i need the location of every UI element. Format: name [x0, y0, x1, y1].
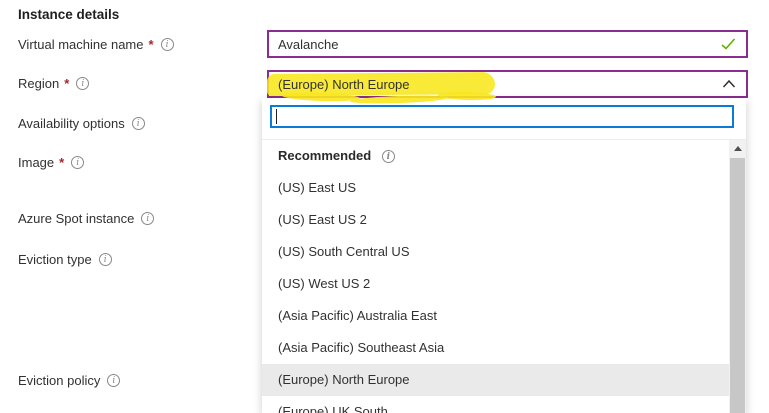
availability-label-row: Availability options i [18, 116, 145, 131]
dropdown-scrollbar[interactable] [729, 140, 746, 413]
text-caret [276, 109, 277, 124]
triangle-up-icon [734, 146, 742, 151]
eviction-policy-label-row: Eviction policy i [18, 373, 120, 388]
required-marker: * [149, 37, 154, 52]
vm-name-value: Avalanche [278, 37, 338, 52]
scrollbar-up-button[interactable] [729, 140, 746, 157]
info-icon[interactable]: i [71, 156, 84, 169]
eviction-policy-label: Eviction policy [18, 373, 100, 388]
dropdown-search-area [262, 98, 746, 140]
region-option[interactable]: (US) East US 2 [262, 204, 729, 236]
eviction-type-label-row: Eviction type i [18, 252, 112, 267]
region-option[interactable]: (Asia Pacific) Southeast Asia [262, 332, 729, 364]
region-selected-value: (Europe) North Europe [278, 77, 410, 92]
region-label: Region [18, 76, 59, 91]
region-combobox[interactable]: (Europe) North Europe [267, 70, 748, 98]
vm-name-label-row: Virtual machine name * i [18, 37, 174, 52]
region-search-input[interactable] [270, 105, 734, 128]
required-marker: * [59, 155, 64, 170]
eviction-type-label: Eviction type [18, 252, 92, 267]
region-group-header: Recommended i [262, 140, 729, 172]
vm-name-label: Virtual machine name [18, 37, 144, 52]
region-option[interactable]: (US) South Central US [262, 236, 729, 268]
required-marker: * [64, 76, 69, 91]
chevron-up-icon[interactable] [722, 80, 736, 89]
region-option-list: Recommended i (US) East US (US) East US … [262, 140, 729, 413]
image-label-row: Image * i [18, 155, 84, 170]
info-icon[interactable]: i [99, 253, 112, 266]
availability-options-label: Availability options [18, 116, 125, 131]
valid-check-icon [721, 38, 736, 50]
section-title: Instance details [18, 7, 119, 22]
info-icon[interactable]: i [132, 117, 145, 130]
region-option[interactable]: (US) West US 2 [262, 268, 729, 300]
instance-details-form: Instance details Virtual machine name * … [0, 0, 769, 413]
region-option[interactable]: (Europe) UK South [262, 396, 729, 413]
info-icon[interactable]: i [141, 212, 154, 225]
region-option[interactable]: (Asia Pacific) Australia East [262, 300, 729, 332]
scrollbar-thumb[interactable] [730, 158, 745, 413]
image-label: Image [18, 155, 54, 170]
spot-label-row: Azure Spot instance i [18, 211, 154, 226]
region-label-row: Region * i [18, 76, 89, 91]
info-icon[interactable]: i [76, 77, 89, 90]
info-icon[interactable]: i [161, 38, 174, 51]
azure-spot-instance-label: Azure Spot instance [18, 211, 134, 226]
vm-name-input[interactable]: Avalanche [267, 30, 748, 58]
region-option[interactable]: (US) East US [262, 172, 729, 204]
region-option-selected[interactable]: (Europe) North Europe [262, 364, 729, 396]
region-dropdown-panel: Recommended i (US) East US (US) East US … [262, 98, 746, 413]
info-icon[interactable]: i [107, 374, 120, 387]
info-icon[interactable]: i [382, 150, 395, 163]
